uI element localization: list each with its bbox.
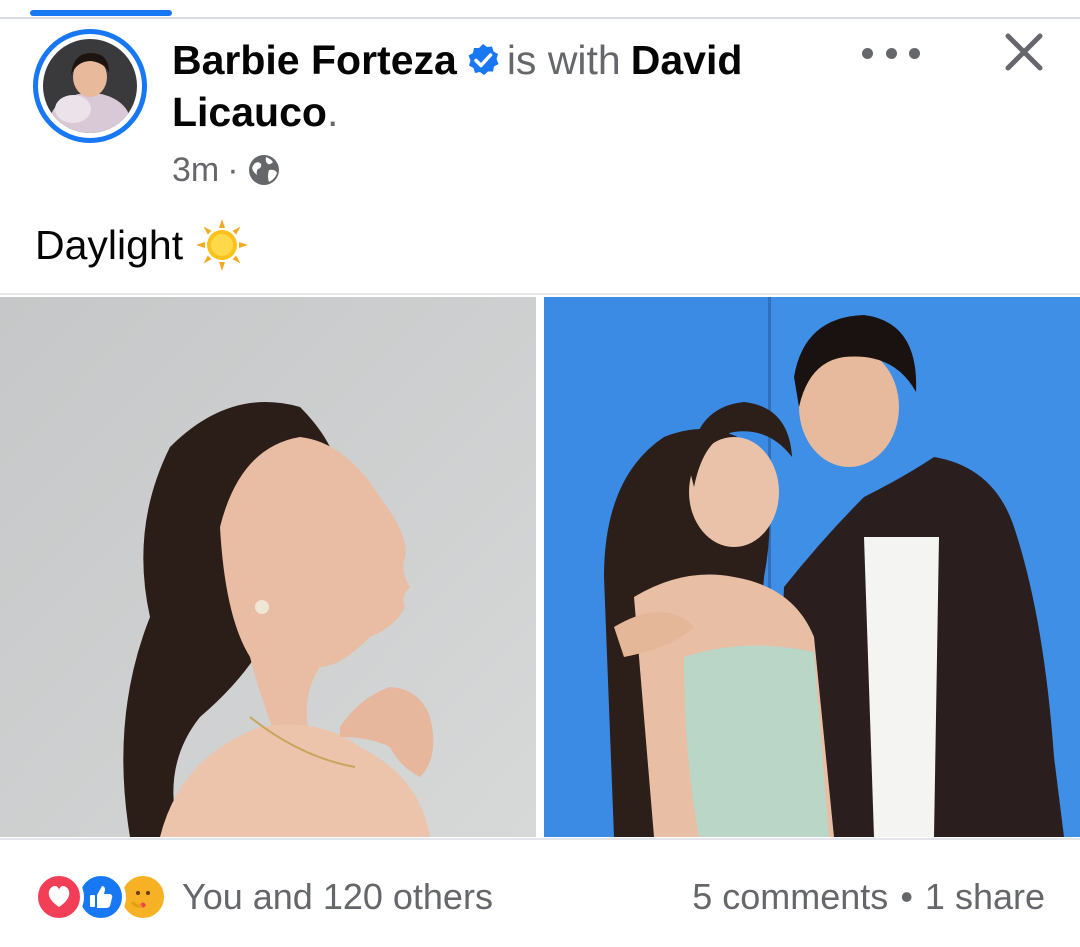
avatar-photo: [43, 39, 137, 133]
more-options-button[interactable]: [862, 36, 920, 70]
top-progress-indicator: [0, 0, 1080, 20]
photo-grid: [0, 293, 1080, 837]
sun-emoji-icon: [196, 219, 249, 271]
post-body: Daylight: [35, 218, 249, 272]
reaction-summary[interactable]: You and 120 others: [182, 872, 493, 922]
divider: [0, 17, 1080, 19]
globe-icon[interactable]: [247, 153, 281, 187]
post-stats-bar: You and 120 others 5 comments • 1 share: [0, 838, 1080, 947]
verified-badge-icon: [465, 38, 501, 75]
meta-separator: ·: [227, 151, 239, 189]
love-reaction-icon: [34, 872, 84, 922]
author-name[interactable]: Barbie Forteza: [172, 37, 457, 83]
shares-count[interactable]: 1 share: [925, 876, 1045, 917]
progress-bar-fill: [30, 10, 172, 16]
with-label: is with: [506, 37, 621, 83]
post-timestamp[interactable]: 3m: [172, 150, 219, 190]
close-icon[interactable]: [1000, 28, 1048, 76]
engagement-separator: •: [900, 876, 913, 917]
dot: [909, 47, 920, 59]
dot: [862, 47, 873, 59]
engagement-summary: 5 comments • 1 share: [692, 872, 1045, 922]
post-body-text: Daylight: [35, 222, 184, 268]
dot: [885, 47, 897, 59]
photo-right[interactable]: [544, 297, 1080, 837]
photo-left[interactable]: [0, 297, 536, 837]
reaction-icons[interactable]: [34, 872, 174, 922]
post-header: Barbie Forteza is with David Licauco.: [172, 34, 812, 138]
comments-count[interactable]: 5 comments: [692, 876, 888, 917]
tagged-period: .: [326, 89, 339, 135]
post-meta: 3m ·: [172, 150, 281, 190]
author-avatar[interactable]: [33, 29, 147, 143]
